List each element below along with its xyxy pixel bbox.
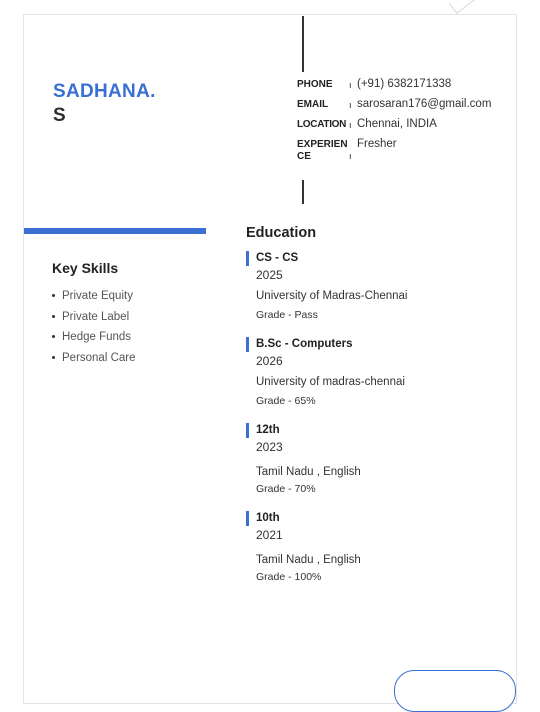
phone-value: (+91) 6382171338 <box>357 78 452 90</box>
institution: University of madras-chennai <box>256 376 405 388</box>
separator: ı <box>349 80 352 90</box>
experience-label: EXPERIENCE <box>297 139 348 162</box>
divider-line-bottom <box>302 180 304 204</box>
key-skills-section: Key Skills Private Equity Private Label … <box>52 260 222 368</box>
separator: ı <box>349 120 352 130</box>
education-entry: 12th 2023 Tamil Nadu , English Grade - 7… <box>246 423 496 497</box>
candidate-name: SADHANA. S <box>53 80 203 128</box>
year: 2026 <box>256 354 283 368</box>
education-entry: 10th 2021 Tamil Nadu , English Grade - 1… <box>246 511 496 585</box>
grade: Grade - 70% <box>256 483 316 495</box>
divider-line-top <box>302 16 304 72</box>
grade: Grade - Pass <box>256 309 318 321</box>
degree: B.Sc - Computers <box>246 337 496 352</box>
degree: 12th <box>246 423 496 438</box>
education-entry: B.Sc - Computers 2026 University of madr… <box>246 337 496 409</box>
contact-row-phone: PHONE ı (+91) 6382171338 <box>297 77 497 91</box>
location-value: Chennai, INDIA <box>357 118 437 130</box>
skills-list: Private Equity Private Label Hedge Funds… <box>52 286 222 368</box>
floating-action-button[interactable] <box>394 670 516 712</box>
institution: Tamil Nadu , English <box>256 466 361 478</box>
grade: Grade - 100% <box>256 571 322 583</box>
contact-row-email: EMAIL ı sarosaran176@gmail.com <box>297 97 497 111</box>
education-entry: CS - CS 2025 University of Madras-Chenna… <box>246 251 496 323</box>
contact-row-location: LOCATION ı Chennai, INDIA <box>297 117 497 131</box>
accent-bar <box>24 228 206 234</box>
separator: ı <box>349 100 352 110</box>
year: 2021 <box>256 528 283 542</box>
experience-value: Fresher <box>357 138 397 150</box>
institution: University of Madras-Chennai <box>256 290 408 302</box>
skill-item: Personal Care <box>52 348 222 369</box>
corner-decoration <box>448 0 479 14</box>
last-name: S <box>53 105 66 126</box>
institution: Tamil Nadu , English <box>256 554 361 566</box>
degree: CS - CS <box>246 251 496 266</box>
year: 2023 <box>256 440 283 454</box>
skill-item: Private Equity <box>52 286 222 307</box>
skills-title: Key Skills <box>52 260 119 276</box>
skill-item: Private Label <box>52 307 222 328</box>
degree: 10th <box>246 511 496 526</box>
location-label: LOCATION <box>297 119 347 130</box>
first-name: SADHANA. <box>53 81 156 102</box>
email-value: sarosaran176@gmail.com <box>357 98 492 110</box>
skill-item: Hedge Funds <box>52 327 222 348</box>
contact-info: PHONE ı (+91) 6382171338 EMAIL ı sarosar… <box>297 77 497 169</box>
education-title: Education <box>246 225 317 241</box>
phone-label: PHONE <box>297 79 333 90</box>
year: 2025 <box>256 268 283 282</box>
email-label: EMAIL <box>297 99 329 110</box>
contact-row-experience: EXPERIENCE ı Fresher <box>297 137 497 163</box>
separator: ı <box>349 151 352 161</box>
grade: Grade - 65% <box>256 395 316 407</box>
